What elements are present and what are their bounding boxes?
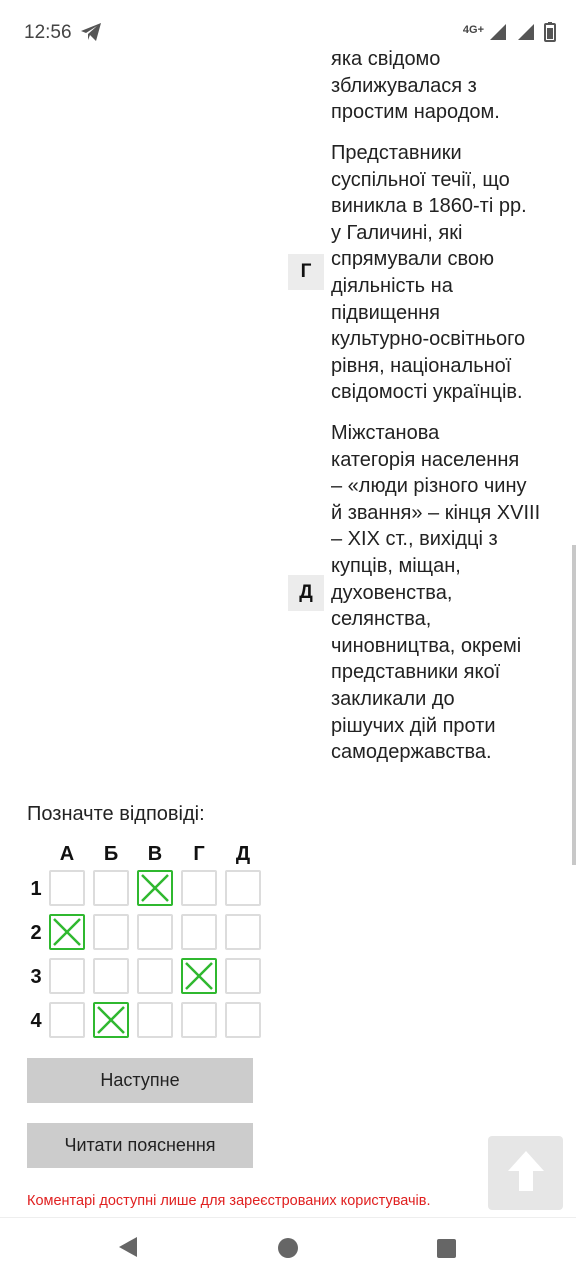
scroll-to-top-button[interactable] [488, 1136, 563, 1210]
option-letter-d: Д [288, 575, 324, 611]
answer-cell[interactable] [93, 914, 129, 950]
signal-icon [488, 22, 508, 47]
telegram-icon [80, 22, 102, 47]
answer-prompt: Позначте відповіді: [27, 803, 205, 825]
network-label: 4G+ [462, 23, 484, 36]
column-header: Д [235, 843, 251, 865]
option-text: яка свідомо зближувалася з простим народ… [331, 48, 500, 124]
status-icons: 4G+ [463, 22, 556, 47]
signal-icon-2 [516, 22, 536, 47]
next-button[interactable]: Наступне [27, 1058, 253, 1103]
option-letter-g: Г [288, 254, 324, 290]
row-header: 1 [30, 878, 42, 900]
check-x-icon [53, 918, 81, 946]
answer-cell[interactable] [49, 870, 85, 906]
system-nav-bar [0, 1217, 576, 1281]
row-header: 4 [30, 1010, 42, 1032]
row-header: 2 [30, 922, 42, 944]
back-icon[interactable] [118, 1236, 138, 1263]
column-header: Г [193, 843, 205, 865]
answer-cell[interactable] [49, 1002, 85, 1038]
answer-cell[interactable] [93, 958, 129, 994]
check-x-icon [97, 1006, 125, 1034]
answer-cell[interactable] [225, 1002, 261, 1038]
arrow-up-icon [506, 1149, 546, 1198]
answer-cell[interactable] [181, 1002, 217, 1038]
check-x-icon [141, 874, 169, 902]
battery-icon [544, 22, 556, 47]
home-icon[interactable] [278, 1238, 298, 1258]
answer-cell[interactable] [181, 914, 217, 950]
answer-cell[interactable] [93, 1002, 129, 1038]
answer-cell[interactable] [181, 870, 217, 906]
column-header: А [59, 843, 75, 865]
answer-cell[interactable] [225, 958, 261, 994]
option-text: Міжстанова категорія населення – «люди р… [331, 422, 541, 764]
answer-cell[interactable] [137, 958, 173, 994]
answer-cell[interactable] [49, 914, 85, 950]
option-text: Представники суспільної течії, що виникл… [331, 142, 527, 404]
check-x-icon [185, 962, 213, 990]
answer-cell[interactable] [137, 870, 173, 906]
answer-cell[interactable] [137, 1002, 173, 1038]
comments-note: Коментарі доступні лише для зареєстрован… [27, 1193, 431, 1209]
read-explanation-button[interactable]: Читати пояснення [27, 1123, 253, 1168]
column-header: В [147, 843, 163, 865]
column-header: Б [103, 843, 119, 865]
answer-cell[interactable] [181, 958, 217, 994]
answer-cell[interactable] [225, 870, 261, 906]
row-header: 3 [30, 966, 42, 988]
answer-cell[interactable] [225, 914, 261, 950]
answer-cell[interactable] [93, 870, 129, 906]
status-time: 12:56 [24, 22, 72, 43]
answer-cell[interactable] [137, 914, 173, 950]
answer-cell[interactable] [49, 958, 85, 994]
recent-apps-icon[interactable] [437, 1239, 456, 1258]
scrollbar[interactable] [572, 545, 576, 865]
